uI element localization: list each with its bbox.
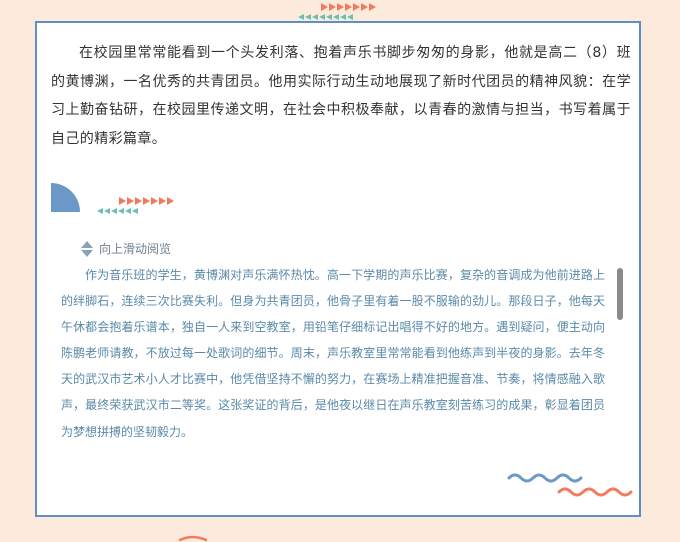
top-teal-arrows-icon <box>298 14 354 20</box>
scroll-up-down-icon <box>81 240 93 257</box>
mid-teal-arrows-icon <box>97 208 139 214</box>
orange-wave-line-icon <box>557 487 633 497</box>
scroll-paragraph: 作为音乐班的学生，黄博渊对声乐满怀热忱。高一下学期的声乐比赛，复杂的音调成为他前… <box>61 268 605 439</box>
scroll-text-box[interactable]: 作为音乐班的学生，黄博渊对声乐满怀热忱。高一下学期的声乐比赛，复杂的音调成为他前… <box>61 262 605 474</box>
bottom-orange-dash-icon <box>178 535 208 542</box>
blue-wave-line-icon <box>507 473 583 483</box>
mid-orange-arrows-icon <box>119 197 175 205</box>
scroll-hint: 向上滑动阅览 <box>81 240 171 257</box>
article-card: 在校园里常常能看到一个头发利落、抱着声乐书脚步匆匆的身影，他就是高二（8）班的黄… <box>35 21 641 517</box>
top-orange-arrows-icon <box>321 3 377 11</box>
quarter-circle-icon <box>51 183 80 212</box>
scrollbar-thumb[interactable] <box>617 268 623 320</box>
intro-paragraph: 在校园里常常能看到一个头发利落、抱着声乐书脚步匆匆的身影，他就是高二（8）班的黄… <box>51 45 631 147</box>
scroll-hint-label: 向上滑动阅览 <box>99 242 172 256</box>
